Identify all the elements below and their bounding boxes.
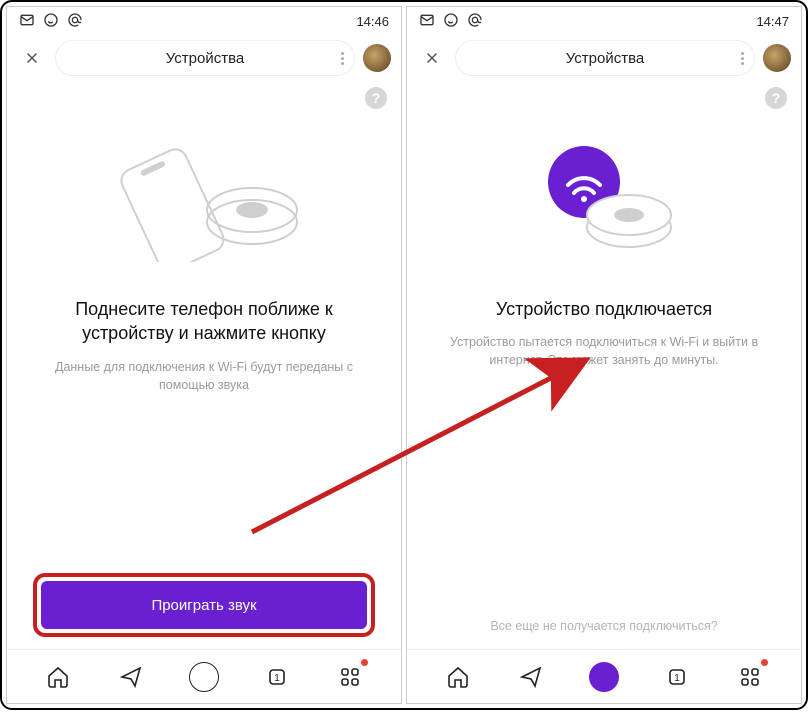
status-bar: 14:46: [7, 7, 401, 35]
heading: Устройство подключается: [433, 297, 775, 321]
bottom-nav: 1: [7, 649, 401, 703]
clock: 14:47: [756, 14, 789, 29]
tabs-icon[interactable]: 1: [661, 661, 693, 693]
page-title: Устройства: [566, 50, 644, 67]
main-content: ? Уст: [407, 81, 801, 649]
menu-icon[interactable]: [334, 661, 366, 693]
notification-dot: [761, 659, 768, 666]
bottom-nav: 1: [407, 649, 801, 703]
annotation-highlight: Проиграть звук: [33, 573, 375, 637]
avatar[interactable]: [363, 44, 391, 72]
subtext: Данные для подключения к Wi-Fi будут пер…: [33, 358, 375, 394]
page-title-pill[interactable]: Устройства: [55, 40, 355, 76]
illustration-wifi-speaker: [433, 117, 775, 277]
trouble-link[interactable]: Все еще не получается подключиться?: [433, 619, 775, 633]
whatsapp-icon: [43, 12, 59, 31]
whatsapp-icon: [443, 12, 459, 31]
page-title-pill[interactable]: Устройства: [455, 40, 755, 76]
main-content: ? Поднесите телефон поближе к устройству…: [7, 81, 401, 649]
home-icon[interactable]: [42, 661, 74, 693]
notification-dot: [361, 659, 368, 666]
help-icon[interactable]: ?: [765, 87, 787, 109]
send-icon[interactable]: [115, 661, 147, 693]
phone-left: 14:46 Устройства ?: [6, 6, 402, 704]
alice-icon-active[interactable]: [588, 661, 620, 693]
phone-right: 14:47 Устройства ?: [406, 6, 802, 704]
home-icon[interactable]: [442, 661, 474, 693]
help-icon[interactable]: ?: [365, 87, 387, 109]
play-sound-button[interactable]: Проиграть звук: [41, 581, 367, 629]
at-icon: [67, 12, 83, 31]
status-bar: 14:47: [407, 7, 801, 35]
heading: Поднесите телефон поближе к устройству и…: [33, 297, 375, 346]
svg-text:1: 1: [674, 673, 680, 684]
menu-icon[interactable]: [734, 661, 766, 693]
send-icon[interactable]: [515, 661, 547, 693]
illustration-phone-speaker: [33, 117, 375, 277]
clock: 14:46: [356, 14, 389, 29]
more-icon[interactable]: [341, 52, 344, 65]
app-header: Устройства: [407, 35, 801, 81]
at-icon: [467, 12, 483, 31]
mail-icon: [19, 12, 35, 31]
page-title: Устройства: [166, 50, 244, 67]
tabs-icon[interactable]: 1: [261, 661, 293, 693]
svg-text:1: 1: [274, 673, 280, 684]
close-icon[interactable]: [17, 43, 47, 73]
mail-icon: [419, 12, 435, 31]
more-icon[interactable]: [741, 52, 744, 65]
alice-icon[interactable]: [188, 661, 220, 693]
app-header: Устройства: [7, 35, 401, 81]
avatar[interactable]: [763, 44, 791, 72]
close-icon[interactable]: [417, 43, 447, 73]
subtext: Устройство пытается подключиться к Wi-Fi…: [433, 333, 775, 369]
